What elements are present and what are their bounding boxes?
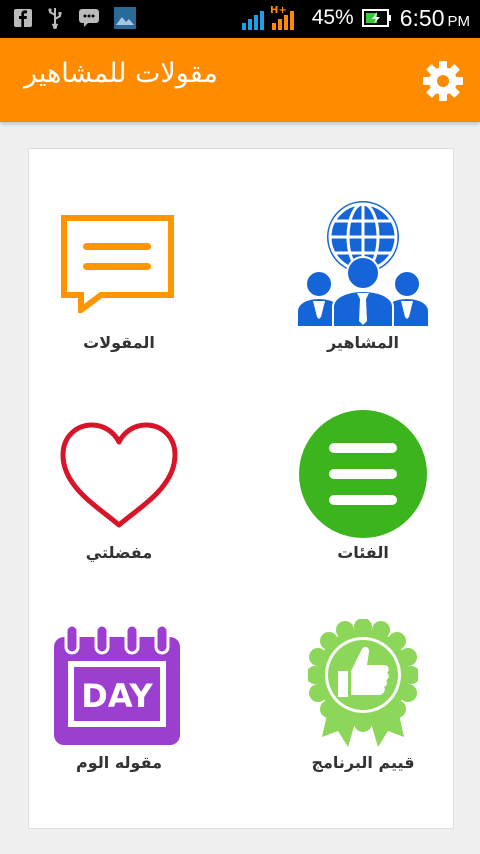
menu-card: المشاهير المقولات الفئات مفضلتي قييم الب…: [28, 148, 454, 829]
chat-icon: [79, 9, 99, 27]
usb-icon: [48, 8, 62, 29]
tile-categories[interactable]: الفئات: [263, 409, 463, 569]
tile-celebrities[interactable]: المشاهير: [263, 199, 463, 359]
clock-time: 6:50: [399, 4, 445, 31]
tile-favorites[interactable]: مفضلتي: [19, 409, 219, 569]
calendar-day-icon: DAY: [54, 623, 180, 745]
day-badge-text: DAY: [81, 677, 153, 715]
tile-label-favorites: مفضلتي: [85, 543, 153, 562]
clock: 6:50 PM: [400, 5, 470, 32]
tile-label-quotes: المقولات: [83, 333, 155, 352]
battery-percent: 45%: [311, 6, 354, 29]
heart-icon: [60, 422, 178, 528]
tile-label-celebrities: المشاهير: [326, 333, 400, 352]
thumbs-up-badge-icon: [308, 619, 418, 747]
status-bar: H+ 45% 6:50 PM: [0, 0, 480, 38]
tile-quote-of-day[interactable]: DAY مقوله الوم: [19, 619, 219, 779]
app-title: مقولات للمشاهير: [24, 58, 218, 89]
facebook-icon: [14, 9, 32, 27]
tile-rate-app[interactable]: قييم البرنامج: [263, 619, 463, 779]
tile-quotes[interactable]: المقولات: [19, 199, 219, 359]
celebrities-icon: [297, 201, 429, 328]
gear-icon[interactable]: [420, 58, 466, 104]
tile-label-quote-of-day: مقوله الوم: [76, 753, 162, 772]
network-type-label: H+: [270, 5, 287, 16]
menu-list-icon: [299, 410, 427, 538]
app-bar: مقولات للمشاهير: [0, 38, 480, 122]
clock-ampm: PM: [447, 12, 471, 30]
tile-label-rate-app: قييم البرنامج: [311, 753, 415, 772]
battery-charging-icon: [361, 9, 391, 27]
speech-bubble-icon: [61, 215, 174, 313]
tile-label-categories: الفئات: [337, 543, 389, 562]
image-icon: [114, 7, 136, 29]
signal-icon: H+: [241, 5, 294, 30]
